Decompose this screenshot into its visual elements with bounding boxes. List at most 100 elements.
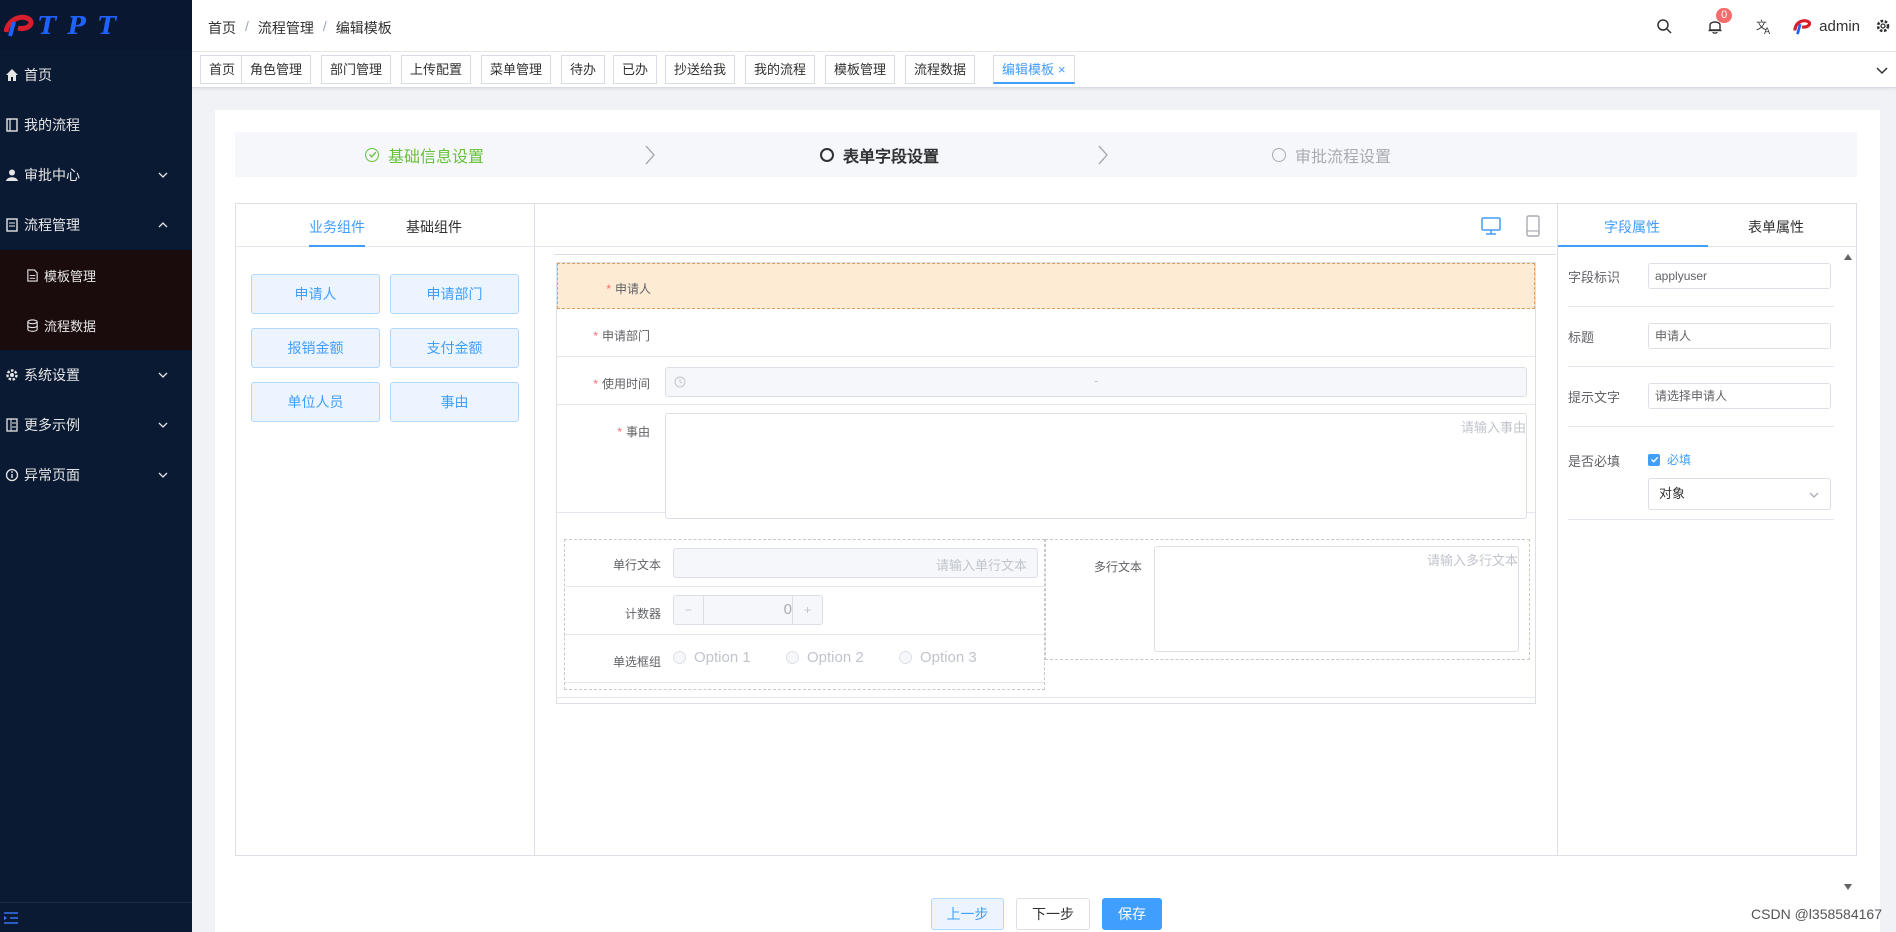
tag-label: 抄送给我: [674, 62, 727, 77]
grid-column-left[interactable]: 单行文本 请输入单行文本 计数器 − 0 + 单选框组 Option 1 Opt…: [564, 539, 1045, 690]
tag-done[interactable]: 已办: [613, 55, 658, 84]
next-step-button[interactable]: 下一步: [1016, 898, 1090, 930]
step-pending-circle-icon: [1272, 147, 1286, 162]
step-form-fields[interactable]: 表单字段设置: [820, 132, 939, 177]
counter-value: 0: [783, 601, 792, 618]
single-text-input[interactable]: 请输入单行文本: [673, 548, 1038, 578]
tag-upload-config[interactable]: 上传配置: [401, 55, 472, 84]
radio-circle: [899, 651, 912, 664]
component-unit-personnel[interactable]: 单位人员: [251, 382, 380, 422]
tag-department-management[interactable]: 部门管理: [321, 55, 392, 84]
component-applicant[interactable]: 申请人: [251, 274, 380, 314]
sidebar-item-error-pages[interactable]: 异常页面: [0, 450, 192, 500]
tag-my-process[interactable]: 我的流程: [745, 55, 816, 84]
collapse-menu-icon: [4, 911, 18, 924]
sidebar-item-process-management[interactable]: 流程管理: [0, 200, 192, 250]
form-field-single-text[interactable]: 单行文本 请输入单行文本: [565, 540, 1044, 587]
reason-textarea[interactable]: 请输入事由: [665, 413, 1527, 519]
required-checkbox[interactable]: 必填: [1648, 451, 1691, 468]
radio-option[interactable]: Option 2: [786, 649, 864, 666]
sidebar-item-my-process[interactable]: 我的流程: [0, 100, 192, 150]
settings-gear-icon[interactable]: [1874, 17, 1892, 35]
date-range-separator: -: [1094, 373, 1099, 388]
counter-decrement-button[interactable]: −: [674, 596, 704, 624]
type-select[interactable]: 对象: [1648, 478, 1831, 510]
tag-process-data[interactable]: 流程数据: [905, 55, 976, 84]
save-button[interactable]: 保存: [1102, 898, 1162, 930]
tag-todo[interactable]: 待办: [561, 55, 606, 84]
component-reason[interactable]: 事由: [390, 382, 519, 422]
scroll-down-arrow-icon[interactable]: [1844, 884, 1852, 890]
step-approval-flow[interactable]: 审批流程设置: [1272, 132, 1391, 177]
prev-step-button[interactable]: 上一步: [931, 898, 1004, 930]
breadcrumb-separator: /: [245, 18, 249, 34]
active-tab-indicator: [309, 245, 365, 247]
title-input[interactable]: 申请人: [1648, 323, 1831, 349]
tag-template-management[interactable]: 模板管理: [825, 55, 896, 84]
avatar[interactable]: [1793, 17, 1812, 35]
required-mark: *: [593, 377, 598, 391]
form-field-counter[interactable]: 计数器 − 0 +: [565, 587, 1044, 635]
required-mark: *: [606, 282, 611, 296]
radio-option[interactable]: Option 1: [673, 649, 751, 666]
sidebar-collapse-toggle[interactable]: [0, 902, 192, 932]
form-field-radio-group[interactable]: 单选框组 Option 1 Option 2 Option 3: [565, 635, 1044, 683]
tag-edit-template[interactable]: 编辑模板 ×: [993, 55, 1075, 84]
breadcrumb-item[interactable]: 流程管理: [258, 18, 314, 38]
tag-menu-management[interactable]: 菜单管理: [481, 55, 552, 84]
chevron-down-icon: [158, 472, 168, 478]
sidebar-item-system-settings[interactable]: 系统设置: [0, 350, 192, 400]
field-label: 单选框组: [612, 655, 661, 669]
search-icon[interactable]: [1655, 17, 1673, 35]
translate-icon[interactable]: 文A: [1755, 17, 1773, 35]
property-tabs: 字段属性 表单属性: [1558, 204, 1856, 247]
logo[interactable]: TPT: [0, 0, 192, 50]
component-payment-amount[interactable]: 支付金额: [390, 328, 519, 368]
grid-column-right[interactable]: 多行文本 请输入多行文本: [1045, 539, 1530, 660]
breadcrumb-item-current: 编辑模板: [335, 20, 392, 36]
mobile-view-icon[interactable]: [1522, 215, 1544, 237]
form-canvas: * 申请人 * 申请部门 * 使用时间 - * 事由 请输入事由 单行文本 请输…: [556, 262, 1536, 704]
field-label: * 申请人: [556, 280, 651, 297]
chevron-down-icon: [1809, 492, 1819, 498]
form-field-use-time[interactable]: * 使用时间 -: [557, 357, 1535, 405]
tag-role-management[interactable]: 角色管理: [241, 55, 312, 84]
date-range-input[interactable]: -: [665, 367, 1527, 397]
sidebar-item-home[interactable]: 首页: [0, 50, 192, 100]
tab-business-components[interactable]: 业务组件: [309, 217, 365, 237]
sidebar-item-approval-center[interactable]: 审批中心: [0, 150, 192, 200]
form-field-applicant[interactable]: * 申请人: [557, 263, 1535, 309]
tab-field-properties[interactable]: 字段属性: [1604, 217, 1660, 237]
username[interactable]: admin: [1819, 18, 1860, 35]
sidebar-item-process-data[interactable]: 流程数据: [0, 300, 192, 350]
form-field-department[interactable]: * 申请部门: [557, 309, 1535, 357]
counter-input[interactable]: − 0 +: [673, 595, 823, 625]
tab-form-properties[interactable]: 表单属性: [1748, 217, 1804, 237]
form-field-reason[interactable]: * 事由 请输入事由: [557, 405, 1535, 519]
tags-more-chevron-icon[interactable]: [1874, 62, 1890, 78]
sidebar-item-label: 更多示例: [24, 417, 80, 433]
sidebar: TPT 首页 我的流程 审批中心 流程管理 模板管理 流程数据 系统设置 更多示…: [0, 0, 192, 932]
step-basic-info[interactable]: 基础信息设置: [365, 132, 484, 177]
tag-home[interactable]: 首页: [200, 55, 245, 84]
notification-bell-icon[interactable]: 0: [1706, 8, 1733, 35]
tag-close-icon[interactable]: ×: [1058, 62, 1066, 77]
breadcrumb-item[interactable]: 首页: [208, 18, 236, 38]
field-label: 多行文本: [1093, 560, 1142, 574]
component-reimburse-amount[interactable]: 报销金额: [251, 328, 380, 368]
desktop-view-icon[interactable]: [1480, 215, 1502, 237]
sidebar-item-more-examples[interactable]: 更多示例: [0, 400, 192, 450]
property-panel: 字段属性 表单属性 字段标识 applyuser 标题 申请人 提示文字 请选择…: [1557, 203, 1857, 890]
component-department[interactable]: 申请部门: [390, 274, 519, 314]
sidebar-item-template-management[interactable]: 模板管理: [0, 250, 192, 300]
counter-increment-button[interactable]: +: [792, 596, 822, 624]
scroll-up-arrow-icon[interactable]: [1844, 254, 1852, 260]
tab-basic-components[interactable]: 基础组件: [406, 217, 462, 237]
checkbox-checked-icon: [1648, 453, 1660, 466]
field-id-input[interactable]: applyuser: [1648, 263, 1831, 289]
tag-cc-me[interactable]: 抄送给我: [665, 55, 736, 84]
hint-input[interactable]: 请选择申请人: [1648, 383, 1831, 409]
radio-option[interactable]: Option 3: [899, 649, 977, 666]
multi-text-textarea[interactable]: 请输入多行文本: [1154, 546, 1519, 652]
step-current-circle-icon: [820, 147, 834, 162]
